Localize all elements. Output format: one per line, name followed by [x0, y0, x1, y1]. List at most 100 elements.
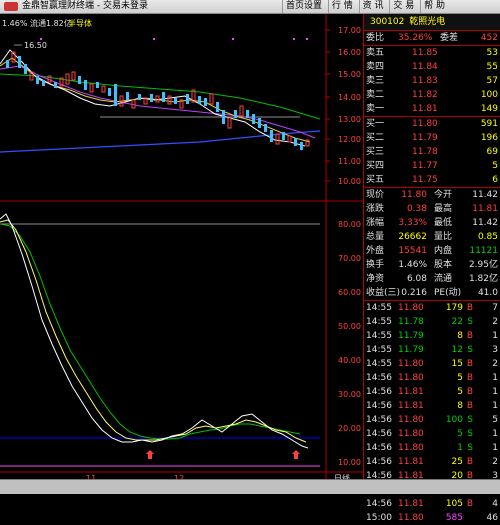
stock-name: 乾照光电 [409, 17, 446, 27]
ind-tick: 30.00 [338, 390, 361, 399]
tick-side: B [466, 303, 473, 313]
bid-price: 11.78 [412, 147, 438, 157]
ask-volume: 149 [480, 104, 498, 114]
tick-row: 14:56 11.80 5 S 1 [364, 427, 500, 441]
tick-time: 14:56 [366, 499, 392, 509]
ask-price: 11.84 [412, 62, 438, 72]
bid-label: 买一 [366, 119, 385, 129]
tick-price: 11.80 [398, 359, 424, 369]
price-tick: 14.00 [338, 93, 361, 102]
tick-count: 1 [492, 373, 498, 383]
stat-value: 0.38 [406, 204, 427, 214]
tick-time: 14:55 [366, 303, 392, 313]
stat-row: 收益(三) 0.216 PE(动) 41.0 [364, 286, 500, 300]
stat-value: 3.33% [398, 218, 427, 228]
tick-volume: 15 [451, 359, 463, 369]
tick-side: S [467, 443, 473, 453]
price-tick: 10.00 [338, 177, 361, 186]
ask-label: 卖三 [366, 76, 385, 86]
tick-count: 4 [492, 499, 498, 509]
bid-level: 买四 11.77 5 [364, 159, 500, 173]
ask-level: 卖三 11.83 57 [364, 74, 500, 88]
quote-panel: 300102 乾照光电 委比 35.26% 委差 452 卖五 11.85 53 卖四… [363, 14, 500, 523]
stat-value: 11.42 [472, 218, 498, 228]
ask-volume: 55 [486, 62, 498, 72]
weibi-row: 委比 35.26% 委差 452 [364, 31, 500, 45]
tick-count: 7 [492, 303, 498, 313]
ask-price: 11.83 [412, 76, 438, 86]
stat-row: 总量 26662 量比 0.85 [364, 230, 500, 244]
tick-row: 14:56 11.81 25 B 2 [364, 455, 500, 469]
tick-volume: 5 [457, 387, 463, 397]
menu-help[interactable]: 帮 助 [420, 0, 448, 13]
tick-side: B [466, 401, 473, 411]
bid-volume: 591 [480, 119, 498, 129]
menu-news[interactable]: 资 讯 [358, 0, 387, 13]
ask-label: 卖一 [366, 104, 385, 114]
bid-label: 买五 [366, 175, 385, 185]
stat-value: 11.81 [472, 204, 498, 214]
tick-count: 1 [492, 443, 498, 453]
price-tick: 17.00 [338, 26, 361, 35]
tick-count: 1 [492, 429, 498, 439]
tick-volume: 12 [451, 345, 463, 355]
tick-time: 14:56 [366, 429, 392, 439]
ask-label: 卖五 [366, 48, 385, 58]
tick-time: 14:56 [366, 373, 392, 383]
tick-price: 11.81 [398, 387, 424, 397]
ind-tick: 70.00 [338, 254, 361, 263]
stat-label: 流通 [434, 274, 453, 284]
tick-price: 11.81 [398, 499, 424, 509]
tick-volume: 179 [445, 303, 463, 313]
ask-price: 11.82 [412, 90, 438, 100]
tick-price: 11.81 [398, 457, 424, 467]
tick-count: 46 [486, 513, 498, 523]
tick-count: 2 [492, 359, 498, 369]
tick-row: 14:55 11.80 15 B 2 [364, 357, 500, 371]
kline-chart[interactable]: 1.46% 流通1.82亿 半导体 16.50 17.00 16.00 15.0… [0, 14, 363, 479]
stat-label: 现价 [366, 190, 385, 200]
max-price-label: 16.50 [24, 41, 47, 50]
stat-label: 换手 [366, 260, 385, 270]
bid-volume: 69 [486, 147, 498, 157]
ask-price: 11.81 [412, 104, 438, 114]
tick-time: 14:55 [366, 317, 392, 327]
ind-tick: 60.00 [338, 288, 361, 297]
tick-price: 11.81 [398, 401, 424, 411]
tick-volume: 8 [457, 331, 463, 341]
app-logo [4, 2, 18, 11]
weibi-value: 35.26% [398, 33, 433, 43]
tick-side: S [467, 429, 473, 439]
stat-label: 收益(三) [366, 288, 401, 298]
stat-value: 11121 [469, 246, 498, 256]
stat-row: 现价 11.80 今开 11.42 [364, 188, 500, 202]
window-titlebar: 金鼎智赢理财终端 - 交易未登录 首页设置 行 情 资 讯 交 易 帮 助 [0, 0, 500, 14]
tick-side: B [466, 331, 473, 341]
stat-row: 涨跌 0.38 最高 11.81 [364, 202, 500, 216]
tick-price: 11.78 [398, 317, 424, 327]
stat-label: 今开 [434, 190, 453, 200]
stat-label: 涨幅 [366, 218, 385, 228]
tick-price: 11.80 [398, 303, 424, 313]
stat-value: 1.82亿 [468, 274, 498, 284]
stat-value: 2.95亿 [468, 260, 498, 270]
ask-book: 卖五 11.85 53 卖四 11.84 55 卖三 11.83 57 卖二 11.82 100 卖一 1… [364, 46, 500, 116]
tick-row: 14:55 11.78 22 S 2 [364, 315, 500, 329]
tick-time: 14:56 [366, 443, 392, 453]
tick-row: 14:56 11.80 1 S 1 [364, 441, 500, 455]
bid-label: 买三 [366, 147, 385, 157]
stat-label: 内盘 [434, 246, 453, 256]
bid-level: 买二 11.79 196 [364, 131, 500, 145]
tick-row: 14:56 11.80 5 B 1 [364, 371, 500, 385]
tick-row: 15:00 11.80 585 46 [364, 511, 500, 525]
stat-label: 外盘 [366, 246, 385, 256]
tick-volume: 105 [445, 499, 463, 509]
tick-row: 14:55 11.80 179 B 7 [364, 301, 500, 315]
menu-quotes[interactable]: 行 情 [327, 0, 356, 13]
tick-time: 14:55 [366, 345, 392, 355]
bid-level: 买一 11.80 591 [364, 117, 500, 131]
menu-trade[interactable]: 交 易 [389, 0, 417, 13]
menu-home[interactable]: 首页设置 [282, 0, 325, 13]
bid-price: 11.79 [412, 133, 438, 143]
tick-side: S [467, 345, 473, 355]
